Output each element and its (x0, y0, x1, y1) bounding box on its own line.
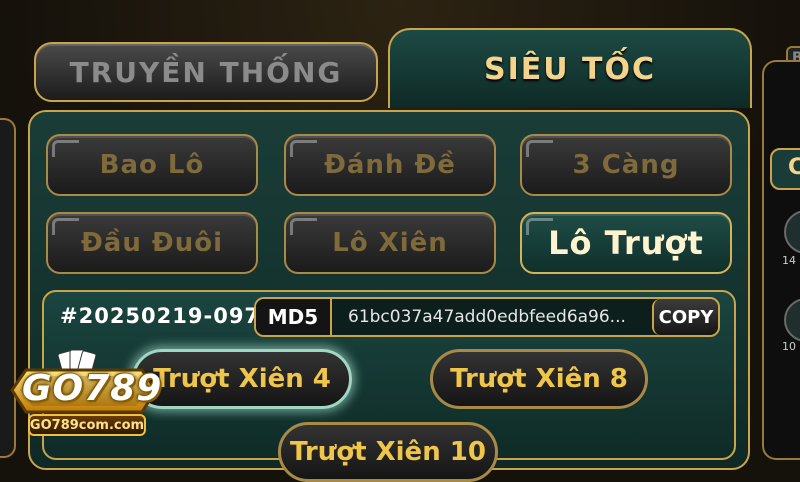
bet-type-label: 3 Càng (572, 150, 680, 180)
option-label: Trượt Xiên 8 (450, 364, 628, 394)
bet-type-3-cang-button[interactable]: 3 Càng (520, 134, 732, 196)
bet-type-lo-xien-button[interactable]: Lô Xiên (284, 212, 496, 274)
option-truot-xien-10-button[interactable]: Trượt Xiên 10 (278, 422, 498, 482)
md5-label: MD5 (256, 299, 332, 335)
tab-sieu-toc-label: SIÊU TỐC (483, 51, 657, 87)
logo-url: GO789com.com (28, 414, 146, 436)
right-number: 14 (782, 254, 796, 267)
option-label: Trượt Xiên 10 (290, 437, 486, 467)
bet-type-bao-lo-button[interactable]: Bao Lô (46, 134, 258, 196)
tab-sieu-toc[interactable]: SIÊU TỐC (388, 28, 752, 108)
bet-type-label: Bao Lô (99, 150, 205, 180)
option-truot-xien-4-button[interactable]: Trượt Xiên 4 (132, 349, 352, 409)
bet-type-lo-truot-button[interactable]: Lô Trượt (520, 212, 732, 274)
md5-hash-value: 61bc037a47add0edbfeed6a96... (348, 307, 626, 327)
right-chip-button[interactable]: C (770, 148, 800, 190)
session-id: #20250219-0975 (60, 304, 276, 328)
right-number: 10 (782, 340, 796, 353)
bet-type-label: Lô Xiên (332, 228, 448, 258)
tab-truyen-thong[interactable]: TRUYỀN THỐNG (34, 42, 378, 102)
bet-type-dau-duoi-button[interactable]: Đầu Đuôi (46, 212, 258, 274)
bet-type-label: Đầu Đuôi (81, 228, 223, 258)
option-label: Trượt Xiên 4 (153, 364, 331, 394)
logo-brand-text: GO789 (22, 368, 163, 409)
option-truot-xien-8-button[interactable]: Trượt Xiên 8 (430, 349, 648, 409)
bet-type-label: Đánh Đề (324, 150, 456, 180)
bet-type-danh-de-button[interactable]: Đánh Đề (284, 134, 496, 196)
tab-truyen-thong-label: TRUYỀN THỐNG (69, 55, 343, 89)
md5-field: MD5 61bc037a47add0edbfeed6a96... COPY (254, 297, 720, 337)
bet-type-label: Lô Trượt (548, 224, 704, 262)
right-chip-letter: C (788, 155, 800, 180)
copy-button[interactable]: COPY (652, 299, 718, 335)
